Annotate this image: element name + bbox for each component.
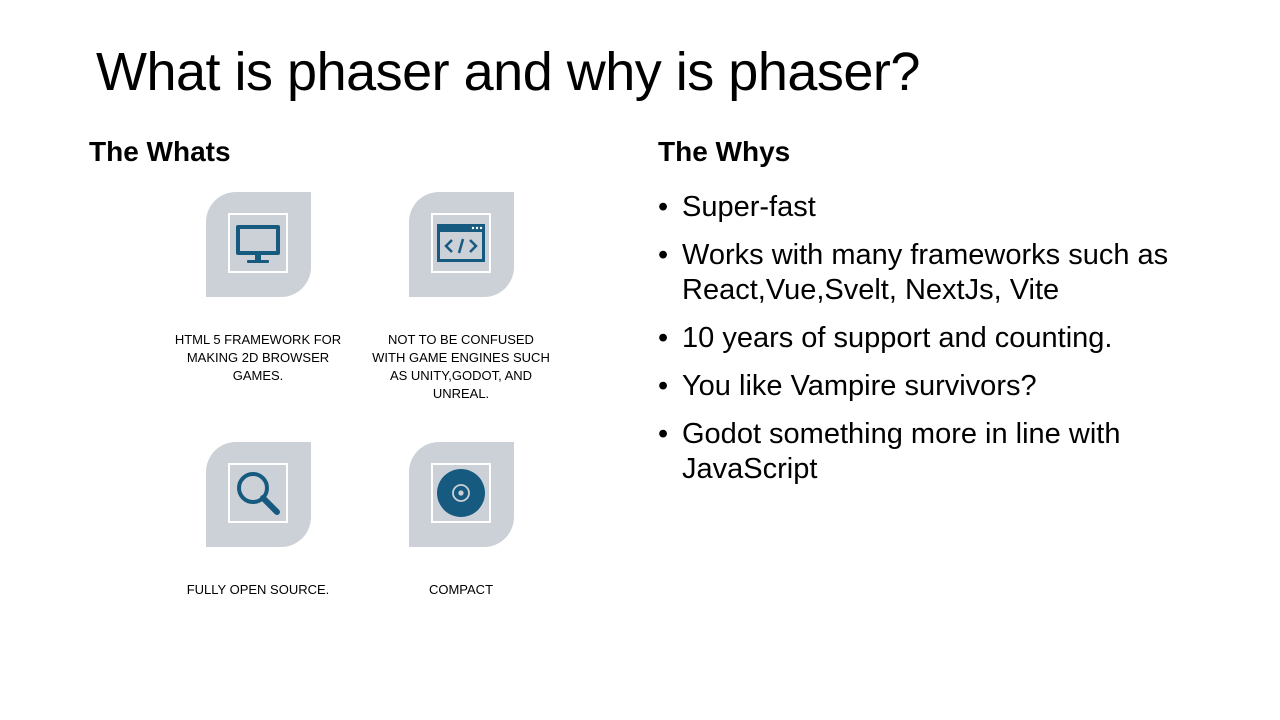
whys-item: • Godot something more in line with JavaS… — [658, 417, 1218, 487]
code-window-icon — [435, 220, 487, 266]
icon-frame — [228, 213, 288, 273]
icon-frame — [228, 463, 288, 523]
whys-item: • Works with many frameworks such as Reac… — [658, 238, 1218, 308]
icon-frame — [431, 213, 491, 273]
icon-frame — [431, 463, 491, 523]
whats-caption-1: HTML 5 FRAMEWORK FOR MAKING 2D BROWSER G… — [174, 332, 342, 383]
whats-tile-search — [206, 442, 311, 547]
magnifier-icon — [232, 467, 284, 519]
whys-item-text: Works with many frameworks such as React… — [682, 239, 1169, 306]
whats-heading: The Whats — [89, 136, 231, 167]
whys-item-text: Super-fast — [682, 191, 816, 223]
whys-item: • You like Vampire survivors? — [658, 369, 1218, 404]
whys-item: • Super-fast — [658, 190, 1218, 225]
disc-icon — [435, 467, 487, 519]
whys-item-text: Godot something more in line with JavaSc… — [682, 418, 1121, 485]
whys-item: • 10 years of support and counting. — [658, 321, 1218, 356]
bullet-glyph: • — [658, 418, 669, 450]
whys-item-text: 10 years of support and counting. — [682, 322, 1113, 354]
slide-title: What is phaser and why is phaser? — [96, 42, 920, 102]
bullet-glyph: • — [658, 322, 669, 354]
bullet-glyph: • — [658, 191, 669, 223]
whats-tile-monitor — [206, 192, 311, 297]
whats-caption-3: FULLY OPEN SOURCE. — [186, 582, 330, 597]
bullet-glyph: • — [658, 370, 669, 402]
bullet-glyph: • — [658, 239, 669, 271]
whats-caption-2: NOT TO BE CONFUSED WITH GAME ENGINES SUC… — [372, 332, 550, 401]
whys-item-text: You like Vampire survivors? — [682, 370, 1037, 402]
whys-heading: The Whys — [658, 136, 791, 167]
whats-tile-code — [409, 192, 514, 297]
whats-caption-4: COMPACT — [428, 582, 494, 597]
whats-tile-disc — [409, 442, 514, 547]
monitor-icon — [232, 219, 284, 267]
whys-list: • Super-fast • Works with many frameworks … — [658, 190, 1218, 500]
